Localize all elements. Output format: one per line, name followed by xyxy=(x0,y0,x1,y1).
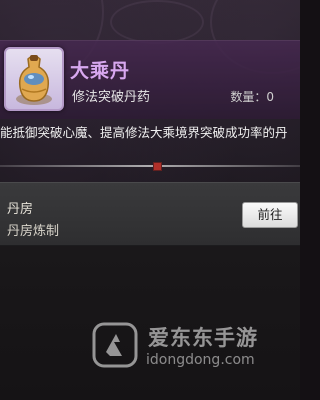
watermark-brand: 爱东东手游 xyxy=(148,326,258,350)
source-title: 丹房 xyxy=(7,202,34,217)
item-name: 大乘丹 xyxy=(70,60,131,82)
watermark-logo-icon xyxy=(92,322,138,368)
gourd-pill-icon xyxy=(16,55,52,105)
item-subtitle: 修法突破丹药 xyxy=(72,90,151,105)
go-button[interactable]: 前往 xyxy=(242,202,298,228)
item-quantity: 数量：0 xyxy=(230,90,274,104)
source-detail: 丹房炼制 xyxy=(7,224,60,239)
item-detail-screen: 大乘丹 修法突破丹药 数量：0 能抵御突破心魔、提高修法大乘境界突破成功率的丹 … xyxy=(0,0,300,400)
divider-gem-icon xyxy=(153,162,162,171)
background-swirl xyxy=(110,0,204,44)
item-icon-frame xyxy=(4,47,64,111)
section-divider xyxy=(0,165,300,167)
item-description: 能抵御突破心魔、提高修法大乘境界突破成功率的丹 xyxy=(0,125,288,140)
watermark-domain: idongdong.com xyxy=(146,352,255,368)
